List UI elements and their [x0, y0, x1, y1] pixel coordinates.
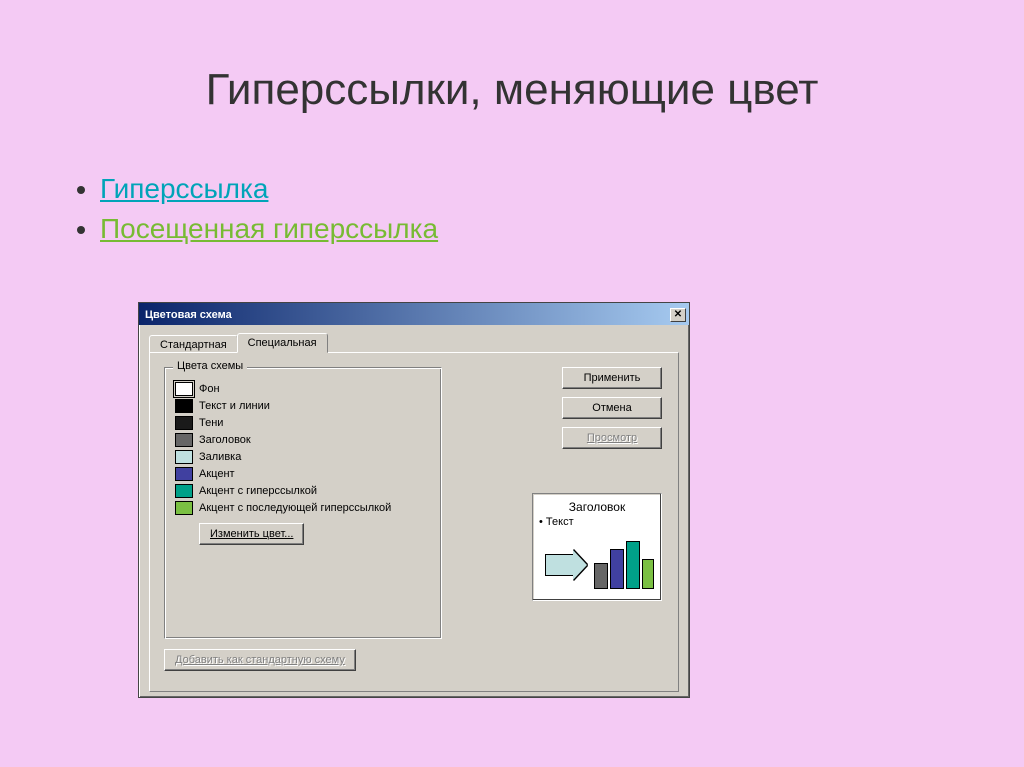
- color-label: Акцент с гиперссылкой: [199, 485, 317, 497]
- bar-chart-icon: [626, 541, 640, 589]
- color-row-shadows[interactable]: Тени: [175, 416, 431, 430]
- visited-hyperlink-example[interactable]: Посещенная гиперссылка: [100, 213, 438, 244]
- bar-chart-icon: [610, 549, 624, 589]
- color-label: Заголовок: [199, 434, 251, 446]
- bar-chart-icon: [642, 559, 654, 589]
- color-label: Текст и линии: [199, 400, 270, 412]
- apply-button[interactable]: Применить: [562, 367, 662, 389]
- arrow-shape-icon: [545, 554, 585, 576]
- preview-title: Заголовок: [539, 500, 655, 514]
- tab-strip: Стандартная Специальная: [149, 333, 679, 352]
- color-list: Фон Текст и линии Тени Заголовок: [175, 382, 431, 515]
- swatch-followed-hyperlink: [175, 501, 193, 515]
- color-label: Тени: [199, 417, 223, 429]
- bullet-item-2: Посещенная гиперссылка: [100, 213, 1024, 245]
- color-scheme-dialog: Цветовая схема ✕ Стандартная Специальная…: [138, 302, 690, 698]
- preview-button[interactable]: Просмотр: [562, 427, 662, 449]
- preview-art: [539, 534, 655, 589]
- tab-special[interactable]: Специальная: [237, 333, 328, 353]
- dialog-body: Стандартная Специальная Цвета схемы Фон …: [139, 325, 689, 697]
- add-as-standard-button[interactable]: Добавить как стандартную схему: [164, 649, 356, 671]
- close-button[interactable]: ✕: [670, 308, 686, 322]
- swatch-title: [175, 433, 193, 447]
- tab-standard[interactable]: Стандартная: [149, 335, 238, 352]
- color-row-text[interactable]: Текст и линии: [175, 399, 431, 413]
- swatch-shadows: [175, 416, 193, 430]
- dialog-titlebar: Цветовая схема ✕: [139, 303, 689, 325]
- scheme-colors-group: Цвета схемы Фон Текст и линии Тени: [164, 367, 442, 639]
- dialog-title: Цветовая схема: [145, 309, 232, 321]
- preview-panel: Заголовок • Текст: [532, 493, 662, 601]
- preview-text: • Текст: [539, 516, 655, 528]
- swatch-accent: [175, 467, 193, 481]
- color-label: Акцент: [199, 468, 235, 480]
- color-label: Фон: [199, 383, 220, 395]
- hyperlink-example[interactable]: Гиперссылка: [100, 173, 268, 204]
- slide-title: Гиперссылки, меняющие цвет: [0, 0, 1024, 145]
- color-label: Заливка: [199, 451, 241, 463]
- swatch-hyperlink: [175, 484, 193, 498]
- tab-content: Цвета схемы Фон Текст и линии Тени: [149, 352, 679, 692]
- color-row-fill[interactable]: Заливка: [175, 450, 431, 464]
- bullet-item-1: Гиперссылка: [100, 173, 1024, 205]
- swatch-text: [175, 399, 193, 413]
- action-buttons: Применить Отмена Просмотр: [562, 367, 662, 449]
- color-row-background[interactable]: Фон: [175, 382, 431, 396]
- change-color-button[interactable]: Изменить цвет...: [199, 523, 304, 545]
- color-row-title[interactable]: Заголовок: [175, 433, 431, 447]
- color-label: Акцент с последующей гиперссылкой: [199, 502, 391, 514]
- group-title: Цвета схемы: [173, 360, 247, 372]
- bar-chart-icon: [594, 563, 608, 589]
- cancel-button[interactable]: Отмена: [562, 397, 662, 419]
- color-row-hyperlink[interactable]: Акцент с гиперссылкой: [175, 484, 431, 498]
- bullet-list: Гиперссылка Посещенная гиперссылка: [0, 173, 1024, 245]
- color-row-followed-hyperlink[interactable]: Акцент с последующей гиперссылкой: [175, 501, 431, 515]
- swatch-background: [175, 382, 193, 396]
- color-row-accent[interactable]: Акцент: [175, 467, 431, 481]
- swatch-fill: [175, 450, 193, 464]
